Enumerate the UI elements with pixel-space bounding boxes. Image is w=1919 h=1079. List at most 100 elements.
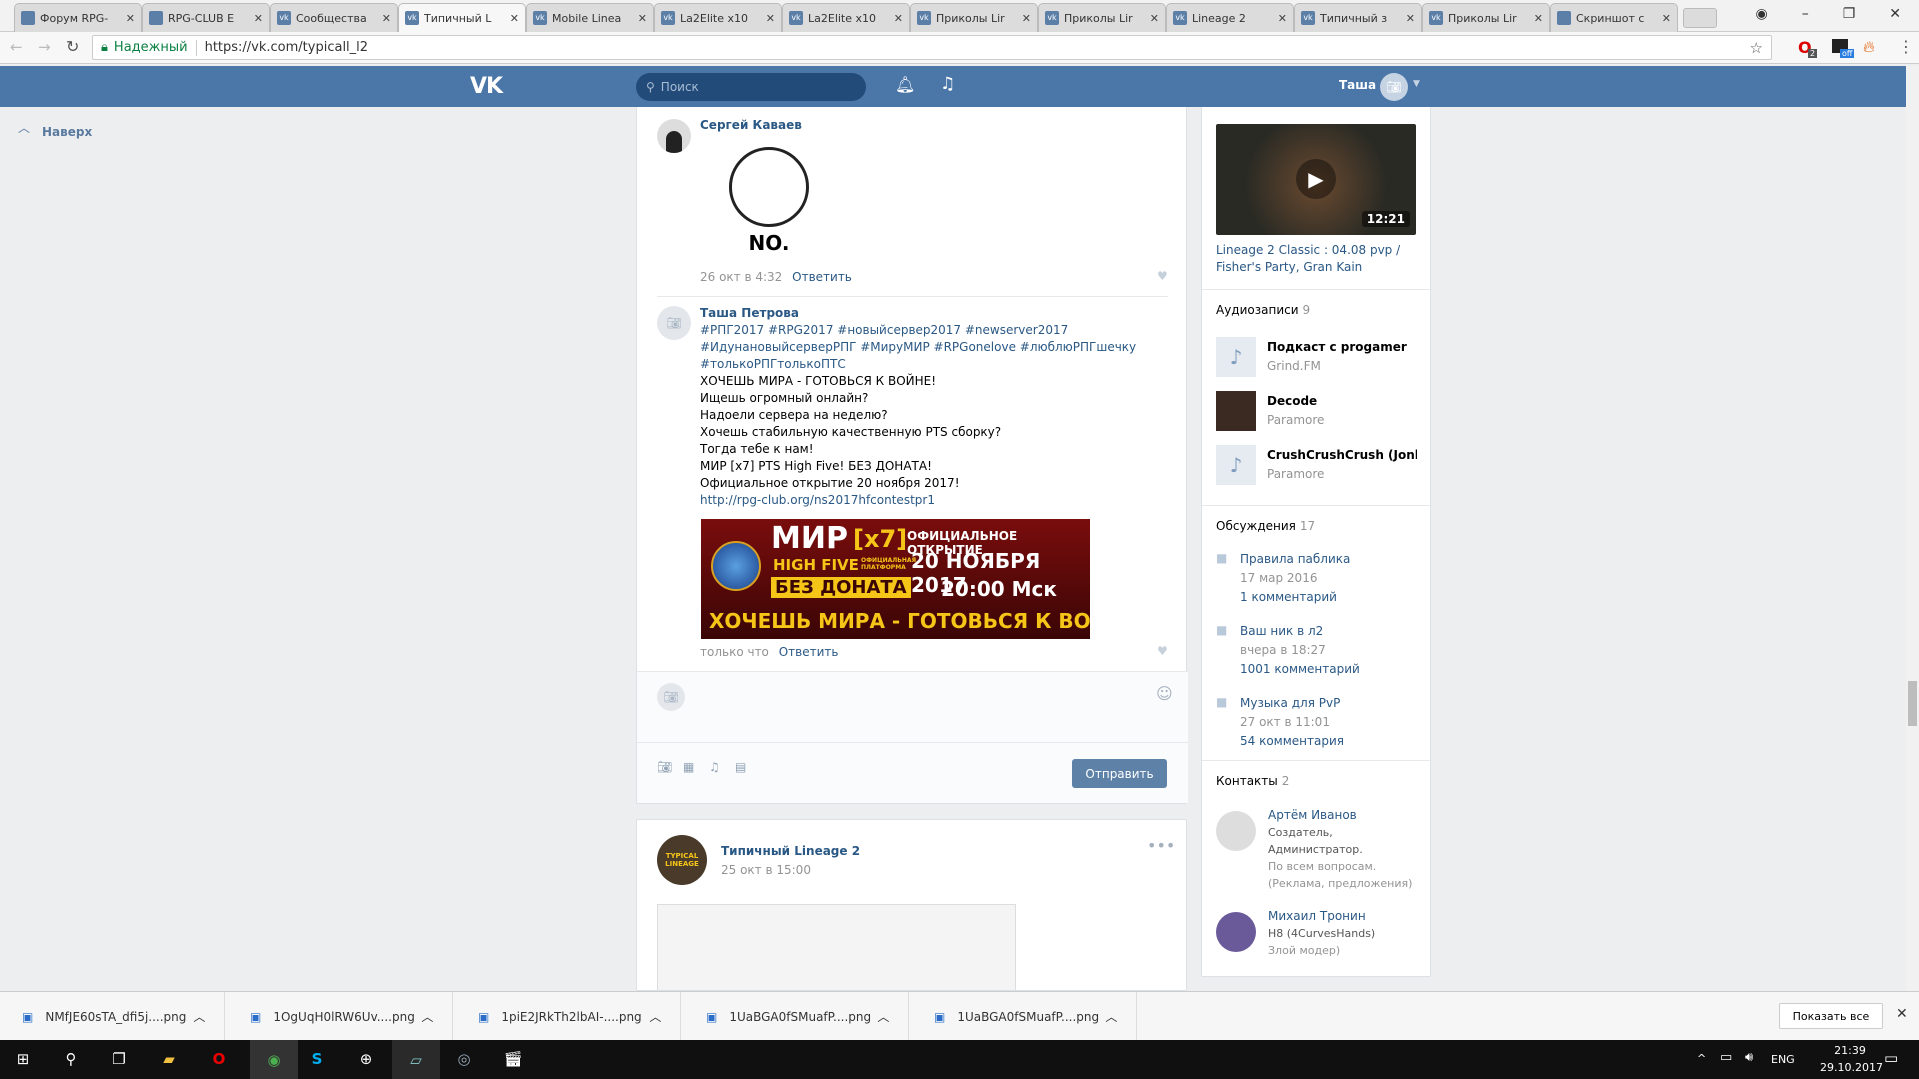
- browser-tab[interactable]: RPG-CLUB E ✕: [142, 3, 270, 32]
- discussion-item[interactable]: ■ Музыка для PvP 27 окт в 11:01 54 комме…: [1216, 694, 1416, 751]
- browser-tab[interactable]: vk Mobile Linea ✕: [526, 3, 654, 32]
- download-filename[interactable]: NMfJE60sTA_dfi5j....png: [45, 1010, 186, 1024]
- attach-photo-icon[interactable]: 📷︎: [657, 760, 672, 774]
- skype-icon[interactable]: S: [306, 1048, 328, 1070]
- video-editor-icon[interactable]: 🎬︎: [502, 1048, 524, 1070]
- hashtags[interactable]: #толькоРПГтолькоПТС: [700, 356, 1136, 373]
- post-author-avatar[interactable]: TYPICAL LINEAGE: [657, 835, 707, 885]
- like-heart-icon[interactable]: ♥: [1157, 269, 1168, 283]
- discussion-title[interactable]: Музыка для PvP: [1240, 694, 1416, 713]
- contact-avatar[interactable]: [1216, 811, 1256, 851]
- like-heart-icon[interactable]: ♥: [1157, 644, 1168, 658]
- reply-input[interactable]: [697, 680, 1157, 740]
- discussion-comments[interactable]: 54 комментария: [1240, 732, 1416, 751]
- album-cover[interactable]: ♪: [1216, 391, 1256, 431]
- fire-extension-icon[interactable]: 🔥︎: [1863, 37, 1875, 57]
- video-title[interactable]: Lineage 2 Classic : 04.08 pvp / Fisher's…: [1216, 242, 1416, 276]
- close-tab-icon[interactable]: ✕: [1022, 12, 1031, 25]
- attach-audio-icon[interactable]: ♫: [709, 760, 720, 774]
- chevron-up-icon[interactable]: ︿: [193, 1008, 205, 1025]
- promo-banner-image[interactable]: МИР [x7] HIGH FIVE ОФИЦИАЛЬНАЯ ПЛАТФОРМА…: [701, 519, 1090, 639]
- maximize-button[interactable]: ❐: [1843, 6, 1856, 22]
- close-tab-icon[interactable]: ✕: [638, 12, 647, 25]
- menu-icon[interactable]: ⋮: [1898, 37, 1914, 56]
- clock-time[interactable]: 21:39: [1820, 1044, 1880, 1057]
- video-thumbnail[interactable]: ▶ 12:21: [1216, 124, 1416, 235]
- download-item[interactable]: ▣ 1UaBGA0fSMuafP....png ︿: [912, 992, 1137, 1041]
- track-title[interactable]: CrushCrushCrush (Jonbr...: [1267, 448, 1417, 462]
- attach-video-icon[interactable]: ▦: [683, 760, 694, 774]
- reply-link[interactable]: Ответить: [792, 270, 852, 284]
- browser-tab[interactable]: vk Lineage 2 ✕: [1166, 3, 1294, 32]
- close-tab-icon[interactable]: ✕: [510, 12, 519, 25]
- audio-track[interactable]: ♪ Подкаст с progamer Grind.FM: [1216, 337, 1416, 381]
- emoji-smile-icon[interactable]: ☺: [1156, 684, 1173, 703]
- hashtags[interactable]: #ИдунановыйсерверРПГ #МируМИР #RPGonelov…: [700, 339, 1136, 356]
- download-filename[interactable]: 1UaBGA0fSMuafP....png: [729, 1010, 871, 1024]
- close-tab-icon[interactable]: ✕: [1534, 12, 1543, 25]
- close-tab-icon[interactable]: ✕: [894, 12, 903, 25]
- back-to-top-link[interactable]: Наверх: [42, 125, 92, 139]
- comment-author[interactable]: Сергей Каваев: [700, 118, 802, 132]
- send-button[interactable]: Отправить: [1072, 759, 1167, 788]
- contact-name[interactable]: Артём Иванов: [1268, 807, 1426, 824]
- comment-author[interactable]: Таша Петрова: [700, 306, 799, 320]
- discussion-item[interactable]: ■ Ваш ник в л2 вчера в 18:27 1001 коммен…: [1216, 622, 1416, 679]
- steam-icon[interactable]: ◎: [453, 1048, 475, 1070]
- browser-tab[interactable]: vk Приколы Lir ✕: [1422, 3, 1550, 32]
- reply-link[interactable]: Ответить: [779, 645, 839, 659]
- download-filename[interactable]: 1UaBGA0fSMuafP....png: [957, 1010, 1099, 1024]
- audio-track[interactable]: ♪ Decode Paramore: [1216, 391, 1416, 435]
- close-tab-icon[interactable]: ✕: [1150, 12, 1159, 25]
- more-options-icon[interactable]: •••: [1147, 836, 1175, 855]
- close-tab-icon[interactable]: ✕: [766, 12, 775, 25]
- discussion-comments[interactable]: 1001 комментарий: [1240, 660, 1416, 679]
- external-link[interactable]: http://rpg-club.org/ns2017hfcontestpr1: [700, 492, 1136, 509]
- play-icon[interactable]: ▶: [1296, 159, 1336, 199]
- comment-date[interactable]: только что: [700, 645, 769, 659]
- new-tab-button[interactable]: [1683, 8, 1717, 28]
- profile-icon[interactable]: ◉: [1755, 6, 1767, 22]
- back-to-top-column[interactable]: ︿ Наверх: [0, 107, 114, 991]
- minimize-button[interactable]: –: [1802, 6, 1809, 22]
- discussions-header[interactable]: Обсуждения 17: [1216, 519, 1315, 533]
- search-input[interactable]: ⚲ Поиск: [636, 73, 866, 101]
- search-icon[interactable]: ⚲: [60, 1048, 82, 1070]
- app-icon[interactable]: ⊕: [355, 1048, 377, 1070]
- track-title[interactable]: Decode: [1267, 394, 1417, 408]
- scrollbar-thumb[interactable]: [1908, 681, 1917, 726]
- hashtags[interactable]: #РПГ2017 #RPG2017 #новыйсервер2017 #news…: [700, 322, 1136, 339]
- music-note-icon[interactable]: ♪: [1216, 337, 1256, 377]
- track-artist[interactable]: Paramore: [1267, 413, 1324, 427]
- browser-tab[interactable]: vk Типичный з ✕: [1294, 3, 1422, 32]
- track-artist[interactable]: Grind.FM: [1267, 359, 1321, 373]
- browser-tab[interactable]: Форум RPG- ✕: [14, 3, 142, 32]
- track-title[interactable]: Подкаст с progamer: [1267, 340, 1417, 354]
- close-tab-icon[interactable]: ✕: [1406, 12, 1415, 25]
- download-filename[interactable]: 1piE2JRkTh2lbAI-....png: [501, 1010, 641, 1024]
- vk-logo[interactable]: VK: [470, 74, 503, 99]
- page-scrollbar[interactable]: [1906, 66, 1919, 991]
- contact-name[interactable]: Михаил Тронин: [1268, 908, 1426, 925]
- browser-tab[interactable]: vk Сообщества ✕: [270, 3, 398, 32]
- contact-item[interactable]: Михаил Тронин H8 (4CurvesHands) Злой мод…: [1216, 908, 1426, 959]
- browser-tab[interactable]: vk La2Elite x10 ✕: [782, 3, 910, 32]
- discussion-item[interactable]: ■ Правила паблика 17 мар 2016 1 коммента…: [1216, 550, 1416, 607]
- audio-track[interactable]: ♪ CrushCrushCrush (Jonbr... Paramore: [1216, 445, 1417, 489]
- download-item[interactable]: ▣ 1OgUqH0lRW6Uv....png ︿: [228, 992, 453, 1041]
- close-downloads-button[interactable]: ✕: [1896, 1006, 1908, 1022]
- back-button[interactable]: ←: [10, 38, 23, 56]
- discussion-comments[interactable]: 1 комментарий: [1240, 588, 1416, 607]
- browser-tab[interactable]: vk La2Elite x10 ✕: [654, 3, 782, 32]
- user-avatar[interactable]: 📷︎: [1380, 73, 1408, 101]
- task-view-icon[interactable]: ❐: [108, 1048, 130, 1070]
- discussion-title[interactable]: Правила паблика: [1240, 550, 1416, 569]
- comment-avatar[interactable]: [657, 119, 691, 153]
- comment-date[interactable]: 26 окт в 4:32: [700, 270, 782, 284]
- contact-avatar[interactable]: [1216, 912, 1256, 952]
- contact-item[interactable]: Артём Иванов Создатель, Администратор. П…: [1216, 807, 1426, 892]
- file-explorer-icon[interactable]: ▰: [158, 1048, 180, 1070]
- contacts-header[interactable]: Контакты 2: [1216, 774, 1289, 788]
- discussion-title[interactable]: Ваш ник в л2: [1240, 622, 1416, 641]
- post-date[interactable]: 25 окт в 15:00: [721, 863, 811, 877]
